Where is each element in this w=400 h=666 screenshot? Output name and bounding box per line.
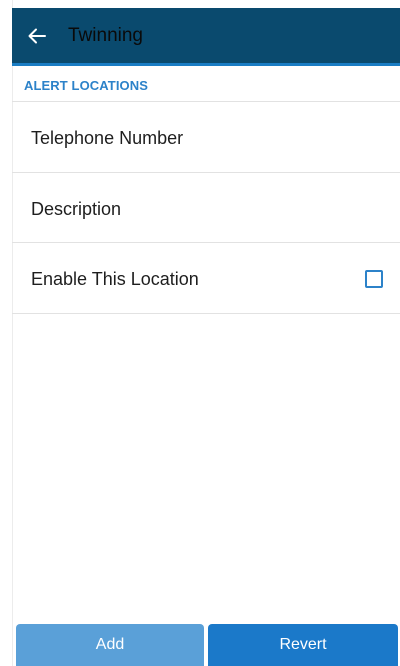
divider bbox=[12, 242, 400, 243]
add-button[interactable]: Add bbox=[16, 624, 204, 666]
telephone-number-label: Telephone Number bbox=[31, 127, 184, 148]
description-label: Description bbox=[31, 198, 122, 219]
description-field[interactable]: Description bbox=[12, 175, 400, 243]
enable-location-row[interactable]: Enable This Location bbox=[12, 245, 400, 313]
page-title: Twinning bbox=[68, 25, 143, 46]
section-header-alert-locations: ALERT LOCATIONS bbox=[24, 78, 149, 93]
app-bar-accent-line bbox=[12, 63, 400, 66]
revert-button[interactable]: Revert bbox=[208, 624, 398, 666]
enable-location-label: Enable This Location bbox=[31, 268, 199, 289]
app-bar: Twinning bbox=[12, 8, 400, 64]
arrow-left-icon bbox=[28, 28, 46, 44]
action-bar: Add Revert bbox=[16, 624, 398, 666]
twinning-screen: Twinning ALERT LOCATIONS Telephone Numbe… bbox=[0, 0, 400, 666]
content-panel bbox=[12, 0, 400, 666]
divider bbox=[12, 313, 400, 314]
divider bbox=[12, 172, 400, 173]
telephone-number-field[interactable]: Telephone Number bbox=[12, 104, 400, 172]
back-button[interactable] bbox=[28, 8, 68, 64]
divider bbox=[12, 101, 400, 102]
enable-location-checkbox[interactable] bbox=[365, 270, 383, 288]
